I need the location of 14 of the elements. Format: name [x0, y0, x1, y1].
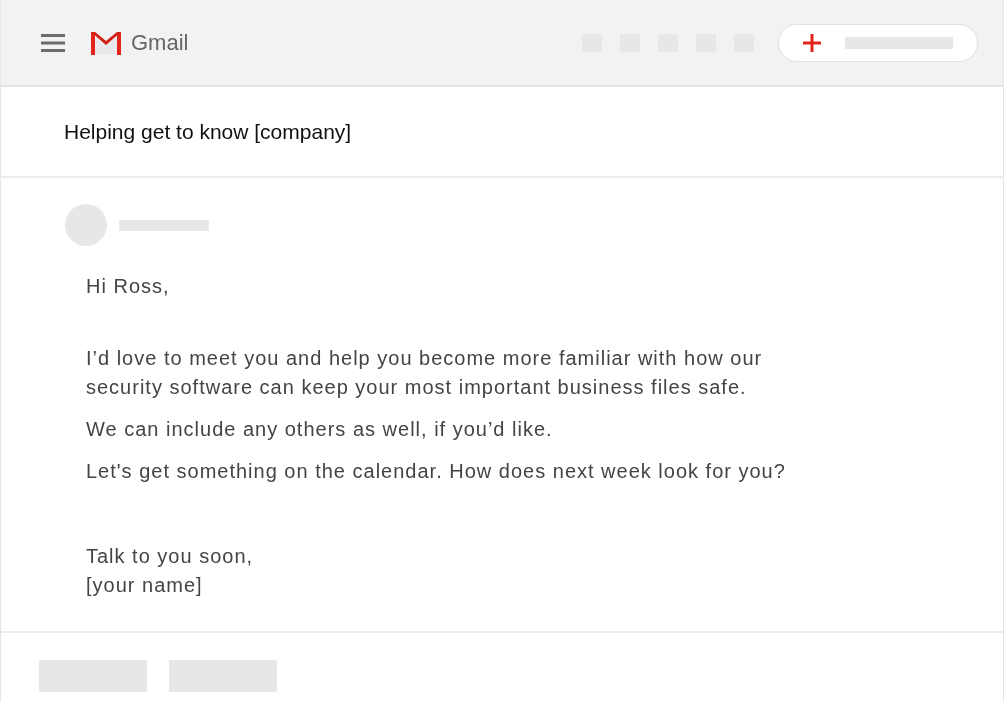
envelope-logo-icon	[89, 29, 123, 56]
menu-icon[interactable]	[41, 33, 65, 52]
avatar	[65, 204, 107, 246]
body-paragraph: Let's get something on the calendar. How does next week look for you?	[86, 459, 786, 484]
sign-off-text: Talk to you soon, [your name]	[86, 544, 254, 598]
reply-placeholder-button[interactable]	[39, 660, 147, 692]
body-paragraph: We can include any others as well, if you’d like.	[86, 417, 553, 442]
compose-button[interactable]	[778, 23, 978, 62]
body-paragraph: I’d love to meet you and help you become more familiar with how our security software can keep your most important business files safe.	[86, 346, 763, 400]
greeting-text: Hi Ross,	[86, 274, 170, 299]
app-name: Gmail	[131, 29, 189, 57]
email-subject: Helping get to know [company]	[64, 118, 352, 145]
forward-placeholder-button[interactable]	[169, 660, 277, 692]
plus-icon	[803, 33, 821, 52]
